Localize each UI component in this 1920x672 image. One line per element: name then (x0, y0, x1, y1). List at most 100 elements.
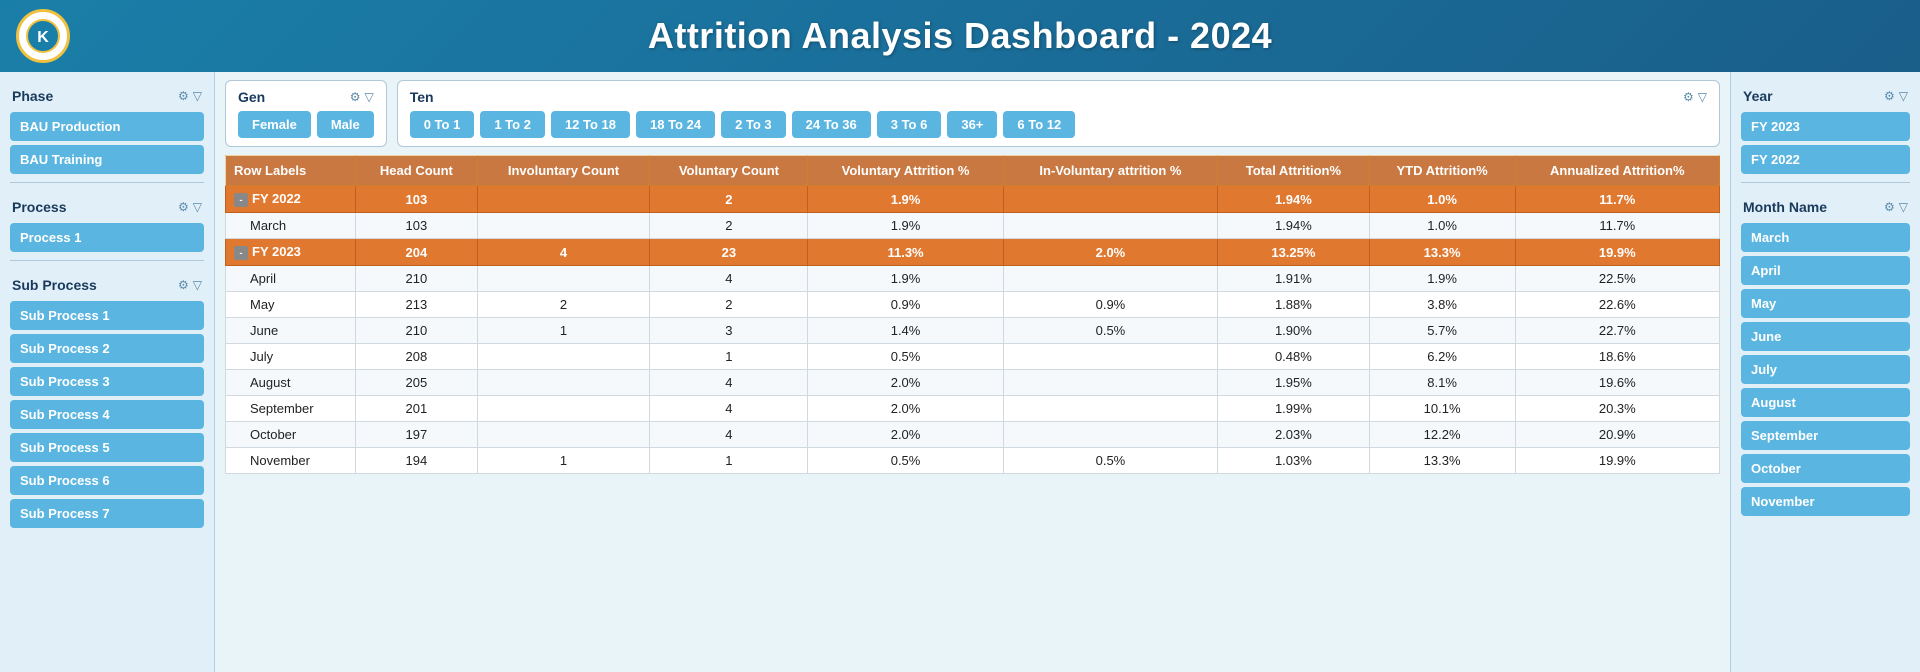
ten-0to1-btn[interactable]: 0 To 1 (410, 111, 475, 138)
phase-filter-icons: ⚙ ▽ (178, 89, 202, 103)
cell-ann-att: 19.9% (1515, 239, 1719, 266)
table-row: July 208 1 0.5% 0.48% 6.2% 18.6% (226, 344, 1720, 370)
ten-2to3-btn[interactable]: 2 To 3 (721, 111, 786, 138)
cell-inv-att (1003, 344, 1217, 370)
cell-total-att: 1.03% (1218, 448, 1369, 474)
cell-label: June (226, 318, 356, 344)
app-header: K Attrition Analysis Dashboard - 2024 (0, 0, 1920, 72)
attrition-table: Row Labels Head Count Involuntary Count … (225, 155, 1720, 474)
month-title: Month Name (1743, 199, 1827, 215)
cell-inv-count (477, 266, 650, 292)
april-btn[interactable]: April (1741, 256, 1910, 285)
cell-total-att: 1.94% (1218, 186, 1369, 213)
month-filter-icon[interactable]: ▽ (1899, 200, 1908, 214)
fy2023-btn[interactable]: FY 2023 (1741, 112, 1910, 141)
september-btn[interactable]: September (1741, 421, 1910, 450)
subprocess5-btn[interactable]: Sub Process 5 (10, 433, 204, 462)
col-row-labels: Row Labels (226, 156, 356, 186)
table-row: April 210 4 1.9% 1.91% 1.9% 22.5% (226, 266, 1720, 292)
phase-filter-icon[interactable]: ▽ (193, 89, 202, 103)
cell-head-count: 208 (356, 344, 477, 370)
cell-vol-att: 2.0% (808, 396, 1003, 422)
gen-filter-icon[interactable]: ▽ (364, 90, 373, 104)
gen-sort-icon[interactable]: ⚙ (350, 90, 361, 104)
divider-2 (10, 260, 204, 261)
cell-ytd-att: 8.1% (1369, 370, 1515, 396)
cell-inv-att (1003, 266, 1217, 292)
ten-36plus-btn[interactable]: 36+ (947, 111, 997, 138)
cell-inv-att (1003, 396, 1217, 422)
month-section-header: Month Name ⚙ ▽ (1741, 195, 1910, 219)
subprocess7-btn[interactable]: Sub Process 7 (10, 499, 204, 528)
cell-head-count: 103 (356, 186, 477, 213)
cell-inv-count (477, 422, 650, 448)
ten-sort-icon[interactable]: ⚙ (1683, 90, 1694, 104)
subprocess4-btn[interactable]: Sub Process 4 (10, 400, 204, 429)
process-sort-icon[interactable]: ⚙ (178, 200, 189, 214)
phase-sort-icon[interactable]: ⚙ (178, 89, 189, 103)
process-filter-icon[interactable]: ▽ (193, 200, 202, 214)
ten-6to12-btn[interactable]: 6 To 12 (1003, 111, 1075, 138)
subprocess-filter-icon[interactable]: ▽ (193, 278, 202, 292)
november-btn[interactable]: November (1741, 487, 1910, 516)
bau-training-btn[interactable]: BAU Training (10, 145, 204, 174)
cell-total-att: 13.25% (1218, 239, 1369, 266)
cell-total-att: 1.99% (1218, 396, 1369, 422)
year-filter-icon[interactable]: ▽ (1899, 89, 1908, 103)
ten-24to36-btn[interactable]: 24 To 36 (792, 111, 871, 138)
cell-vol-count: 4 (650, 370, 808, 396)
cell-ann-att: 11.7% (1515, 186, 1719, 213)
fy2022-btn[interactable]: FY 2022 (1741, 145, 1910, 174)
march-btn[interactable]: March (1741, 223, 1910, 252)
year-sort-icon[interactable]: ⚙ (1884, 89, 1895, 103)
subprocess-section-header: Sub Process ⚙ ▽ (10, 273, 204, 297)
year-section-header: Year ⚙ ▽ (1741, 84, 1910, 108)
cell-head-count: 204 (356, 239, 477, 266)
bau-production-btn[interactable]: BAU Production (10, 112, 204, 141)
col-total-att: Total Attrition% (1218, 156, 1369, 186)
june-btn[interactable]: June (1741, 322, 1910, 351)
cell-inv-att (1003, 213, 1217, 239)
cell-label: November (226, 448, 356, 474)
ten-filter-icon[interactable]: ▽ (1698, 90, 1707, 104)
subprocess1-btn[interactable]: Sub Process 1 (10, 301, 204, 330)
cell-ytd-att: 6.2% (1369, 344, 1515, 370)
subprocess2-btn[interactable]: Sub Process 2 (10, 334, 204, 363)
cell-label: March (226, 213, 356, 239)
may-btn[interactable]: May (1741, 289, 1910, 318)
subprocess-sort-icon[interactable]: ⚙ (178, 278, 189, 292)
cell-inv-count: 1 (477, 448, 650, 474)
ten-12to18-btn[interactable]: 12 To 18 (551, 111, 630, 138)
subprocess3-btn[interactable]: Sub Process 3 (10, 367, 204, 396)
subprocess6-btn[interactable]: Sub Process 6 (10, 466, 204, 495)
cell-head-count: 205 (356, 370, 477, 396)
month-sort-icon[interactable]: ⚙ (1884, 200, 1895, 214)
female-btn[interactable]: Female (238, 111, 311, 138)
table-row: -FY 2023 204 4 23 11.3% 2.0% 13.25% 13.3… (226, 239, 1720, 266)
cell-head-count: 210 (356, 266, 477, 292)
cell-ytd-att: 5.7% (1369, 318, 1515, 344)
october-btn[interactable]: October (1741, 454, 1910, 483)
july-btn[interactable]: July (1741, 355, 1910, 384)
subprocess-filter-icons: ⚙ ▽ (178, 278, 202, 292)
cell-head-count: 210 (356, 318, 477, 344)
male-btn[interactable]: Male (317, 111, 374, 138)
ten-3to6-btn[interactable]: 3 To 6 (877, 111, 942, 138)
main-layout: Phase ⚙ ▽ BAU Production BAU Training Pr… (0, 72, 1920, 672)
month-filter-icons: ⚙ ▽ (1884, 200, 1908, 214)
cell-inv-att (1003, 186, 1217, 213)
cell-label: July (226, 344, 356, 370)
year-title: Year (1743, 88, 1773, 104)
ten-1to2-btn[interactable]: 1 To 2 (480, 111, 545, 138)
col-vol-att: Voluntary Attrition % (808, 156, 1003, 186)
august-btn[interactable]: August (1741, 388, 1910, 417)
cell-total-att: 1.88% (1218, 292, 1369, 318)
cell-vol-att: 0.5% (808, 448, 1003, 474)
ten-18to24-btn[interactable]: 18 To 24 (636, 111, 715, 138)
cell-label: May (226, 292, 356, 318)
cell-ann-att: 22.5% (1515, 266, 1719, 292)
table-row: November 194 1 1 0.5% 0.5% 1.03% 13.3% 1… (226, 448, 1720, 474)
process1-btn[interactable]: Process 1 (10, 223, 204, 252)
cell-ann-att: 19.9% (1515, 448, 1719, 474)
table-row: May 213 2 2 0.9% 0.9% 1.88% 3.8% 22.6% (226, 292, 1720, 318)
